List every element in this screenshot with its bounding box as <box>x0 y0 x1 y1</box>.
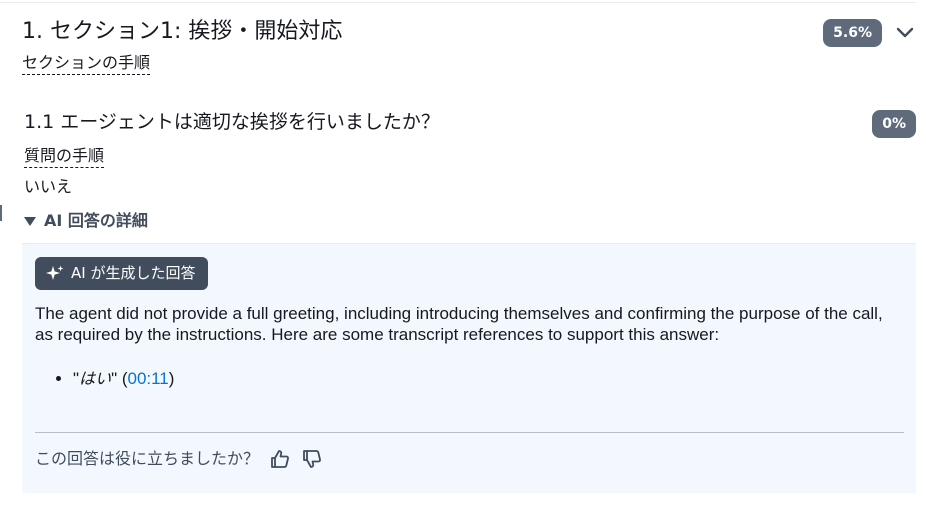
list-item: "はい" (00:11) <box>73 368 174 390</box>
ai-details-panel: AI が生成した回答 The agent did not provide a f… <box>22 243 916 493</box>
evaluation-form: 1. セクション1: 挨拶・開始対応 5.6% セクションの手順 1.1 エージ… <box>0 0 926 516</box>
feedback-prompt: この回答は役に立ちましたか？ <box>35 449 260 468</box>
ai-details-toggle[interactable]: AI 回答の詳細 <box>24 210 148 232</box>
question-instructions-link[interactable]: 質問の手順 <box>24 145 105 168</box>
section-score-badge: 5.6% <box>823 19 882 47</box>
ai-chip-label: AI が生成した回答 <box>71 264 196 282</box>
timestamp-link[interactable]: 00:11 <box>127 369 168 388</box>
thumbs-up-icon[interactable] <box>269 448 291 470</box>
ai-generated-chip: AI が生成した回答 <box>35 257 209 290</box>
question-title: 1.1 エージェントは適切な挨拶を行いましたか？ <box>24 111 440 133</box>
section-controls: 5.6% <box>823 19 916 47</box>
question-score-badge: 0% <box>872 110 916 138</box>
ai-explanation: The agent did not provide a full greetin… <box>35 304 883 344</box>
chevron-down-icon[interactable] <box>894 22 916 44</box>
answer-value: いいえ <box>24 177 73 196</box>
section-instructions-link[interactable]: セクションの手順 <box>22 52 151 75</box>
feedback-row: この回答は役に立ちましたか？ <box>35 448 323 470</box>
sparkle-icon <box>45 264 65 284</box>
caret-down-icon <box>24 216 36 226</box>
top-divider <box>0 2 916 3</box>
reference-quote: はい <box>79 369 112 388</box>
transcript-references: "はい" (00:11) <box>35 368 174 390</box>
section-header: 1. セクション1: 挨拶・開始対応 5.6% <box>22 16 916 48</box>
ai-details-toggle-label: AI 回答の詳細 <box>44 211 148 230</box>
panel-divider <box>35 432 904 433</box>
section-title: 1. セクション1: 挨拶・開始対応 <box>22 19 343 44</box>
cursor-marker <box>0 205 2 221</box>
thumbs-down-icon[interactable] <box>301 448 323 470</box>
